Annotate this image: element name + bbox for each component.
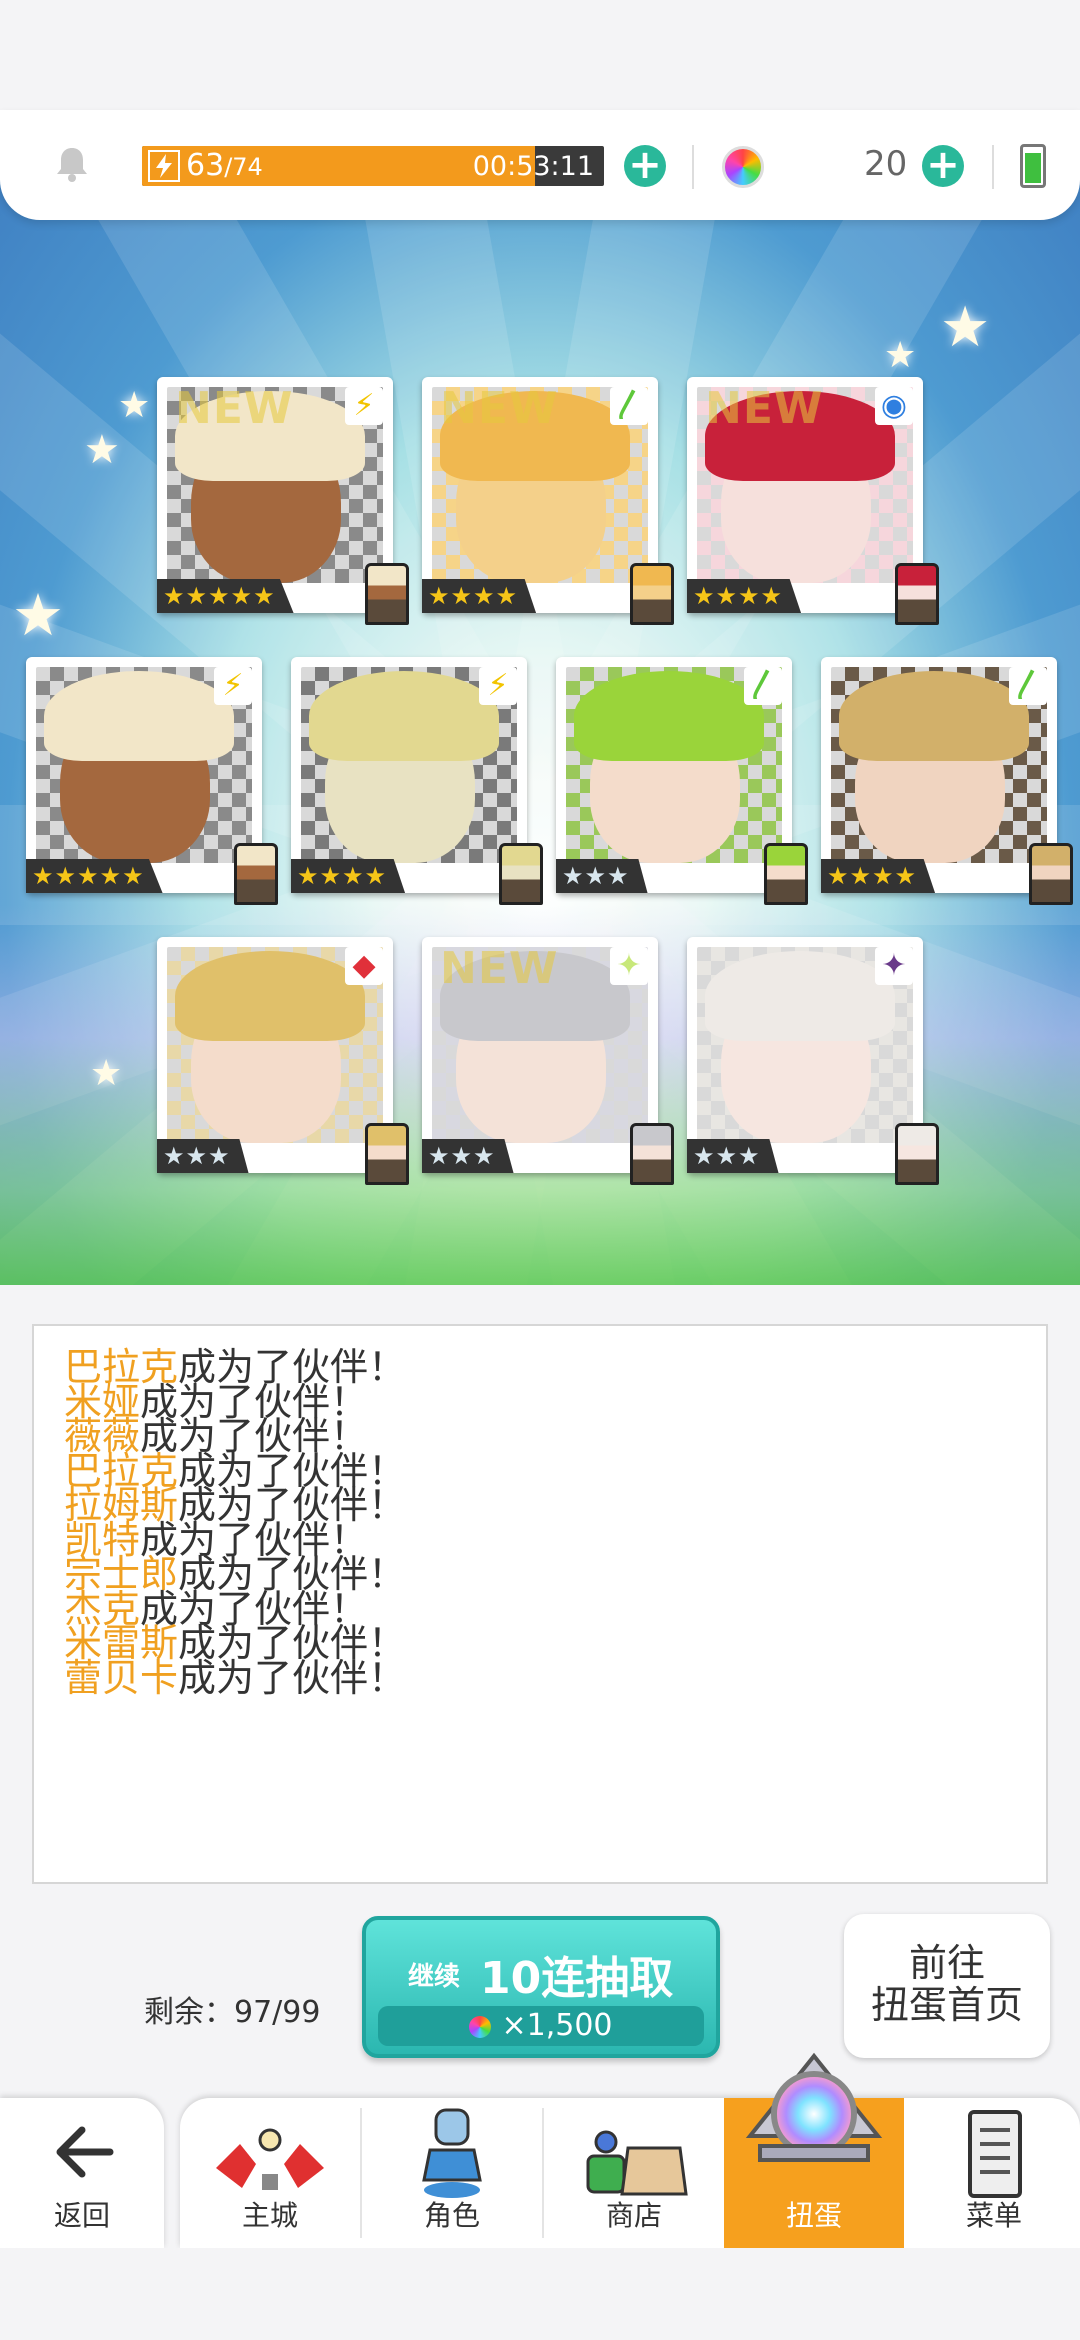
gacha-result-stage: ★ ★ ★ ★ ★ ★ NEW ⚡ ★★★★★ NEW 〳 ★★★★ NEW ◉ ★★★★ ⚡ ★★… (0, 145, 1080, 1285)
notification-bell-icon[interactable] (52, 144, 92, 184)
rarity-stars: ★★★ (687, 1139, 779, 1173)
sparkle-icon: ★ (12, 581, 64, 649)
rarity-stars: ★★★★★ (157, 579, 294, 613)
shop-bag-icon (586, 2130, 688, 2196)
divider (992, 145, 994, 189)
stamina-bar: 63/74 00:53:11 (142, 146, 604, 186)
tab-characters[interactable]: 角色 (362, 2098, 542, 2248)
menu-list-icon (968, 2110, 1022, 2198)
pixel-sprite (365, 1123, 409, 1185)
character-hair (309, 671, 499, 761)
rarity-stars: ★★★ (422, 1139, 514, 1173)
pixel-sprite (1029, 843, 1073, 905)
pixel-sprite (895, 1123, 939, 1185)
back-arrow-icon (56, 2126, 114, 2178)
tab-bar: 主城 角色 商店 扭蛋 菜单 (180, 2052, 1080, 2248)
divider (692, 145, 694, 189)
new-badge: NEW (440, 943, 559, 994)
draw-10-button[interactable]: 继续 10连抽取 ×1,500 (362, 1916, 720, 2058)
rarity-stars: ★★★ (556, 859, 648, 893)
pixel-sprite (764, 843, 808, 905)
add-gems-button[interactable]: + (922, 145, 964, 187)
top-resource-bar: 63/74 00:53:11 + 20 + (0, 110, 1080, 220)
continue-label: 继续 (408, 1962, 461, 1992)
element-dark-icon: ✦ (875, 947, 913, 985)
sparkle-icon: ★ (90, 1053, 123, 1094)
character-card[interactable]: ⚡ ★★★★ (291, 657, 543, 905)
element-wind-icon: 〳 (1009, 667, 1047, 705)
draw-cost: ×1,500 (378, 2006, 704, 2046)
gacha-home-button[interactable]: 前往 扭蛋首页 (844, 1914, 1050, 2058)
new-badge: NEW (440, 383, 559, 434)
remaining-draws: 剩余：97/99 (144, 1995, 321, 2030)
new-badge: NEW (705, 383, 824, 434)
rarity-stars: ★★★ (157, 1139, 249, 1173)
character-hair (839, 671, 1029, 761)
element-light-icon: ✦ (610, 947, 648, 985)
tab-menu[interactable]: 菜单 (904, 2098, 1080, 2248)
log-suffix: 成为了伙伴！ (178, 1655, 407, 1700)
pixel-sprite (895, 563, 939, 625)
gem-icon (469, 2015, 492, 2038)
character-hair (705, 951, 895, 1041)
character-hair (574, 671, 764, 761)
tab-shop[interactable]: 商店 (544, 2098, 724, 2248)
status-bar (0, 0, 1080, 110)
element-lightning-icon: ⚡ (345, 387, 383, 425)
character-card[interactable]: NEW ◉ ★★★★ (687, 377, 939, 625)
character-card[interactable]: ✦ ★★★ (687, 937, 939, 1185)
pixel-sprite (499, 843, 543, 905)
character-icon (422, 2108, 482, 2198)
pixel-sprite (234, 843, 278, 905)
rarity-stars: ★★★★ (821, 859, 936, 893)
draw-label: 10连抽取 (480, 1953, 674, 2004)
gem-icon (722, 146, 764, 188)
character-card[interactable]: 〳 ★★★ (556, 657, 808, 905)
sparkle-icon: ★ (940, 295, 991, 360)
gacha-orb-icon (745, 2052, 883, 2162)
character-card[interactable]: 〳 ★★★★ (821, 657, 1073, 905)
sparkle-icon: ★ (118, 385, 151, 426)
element-lightning-icon: ⚡ (479, 667, 517, 705)
character-name: 蕾贝卡 (64, 1655, 179, 1700)
system-nav-area (0, 2248, 1080, 2340)
back-button[interactable]: 返回 (0, 2098, 164, 2248)
character-card[interactable]: NEW 〳 ★★★★ (422, 377, 674, 625)
stamina-timer: 00:53:11 (472, 151, 594, 182)
element-water-icon: ◉ (875, 387, 913, 425)
element-fire-icon: ◆ (345, 947, 383, 985)
gem-count: 20 (864, 144, 908, 184)
add-stamina-button[interactable]: + (624, 145, 666, 187)
element-wind-icon: 〳 (610, 387, 648, 425)
pixel-sprite (630, 563, 674, 625)
stamina-value: 63/74 (186, 148, 263, 183)
new-badge: NEW (175, 383, 294, 434)
stamina-bolt-icon (148, 150, 180, 182)
tab-main-city[interactable]: 主城 (180, 2098, 360, 2248)
sparkle-icon: ★ (884, 335, 917, 376)
element-wind-icon: 〳 (744, 667, 782, 705)
character-card[interactable]: ◆ ★★★ (157, 937, 409, 1185)
rarity-stars: ★★★★ (291, 859, 406, 893)
pixel-sprite (630, 1123, 674, 1185)
rarity-stars: ★★★★ (422, 579, 537, 613)
rarity-stars: ★★★★ (687, 579, 802, 613)
character-hair (44, 671, 234, 761)
bottom-navigation: 返回 主城 角色 商店 扭蛋 菜单 (0, 2052, 1080, 2248)
element-lightning-icon: ⚡ (214, 667, 252, 705)
main-city-icon (216, 2128, 324, 2190)
character-card[interactable]: NEW ✦ ★★★ (422, 937, 674, 1185)
pixel-sprite (365, 563, 409, 625)
character-card[interactable]: ⚡ ★★★★★ (26, 657, 278, 905)
log-line: 蕾贝卡成为了伙伴！ (64, 1647, 406, 1702)
character-hair (175, 951, 365, 1041)
tab-gacha[interactable]: 扭蛋 (724, 2052, 904, 2248)
rarity-stars: ★★★★★ (26, 859, 163, 893)
character-card[interactable]: NEW ⚡ ★★★★★ (157, 377, 409, 625)
battery-icon (1020, 144, 1046, 188)
sparkle-icon: ★ (84, 427, 120, 473)
result-log[interactable]: 巴拉克成为了伙伴！ 米娅成为了伙伴！ 薇薇成为了伙伴！ 巴拉克成为了伙伴！ 拉姆斯成为了… (32, 1324, 1048, 1884)
